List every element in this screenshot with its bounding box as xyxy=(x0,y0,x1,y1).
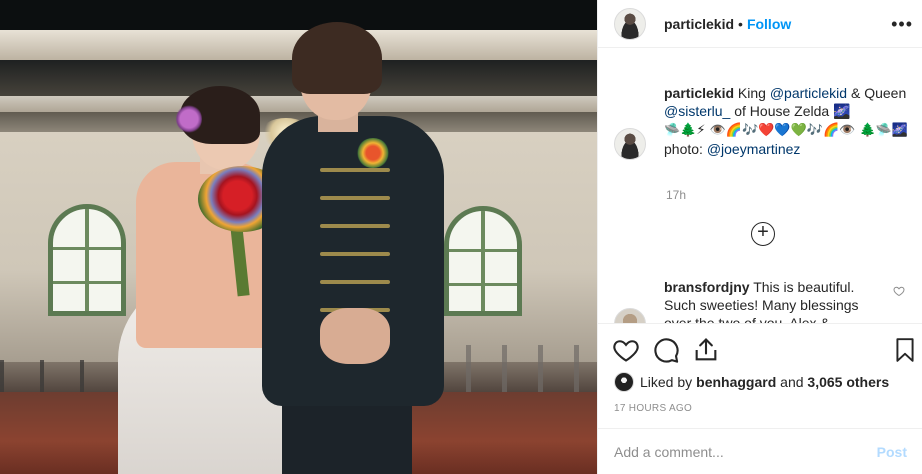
groom-hands xyxy=(320,308,390,364)
author-username[interactable]: particlekid xyxy=(664,16,734,32)
ceiling xyxy=(0,0,597,30)
mention-link[interactable]: @sisterlu_ xyxy=(664,103,730,119)
arched-window xyxy=(444,206,522,316)
caption: particlekid King @particlekid & Queen @s… xyxy=(614,84,914,160)
caption-username[interactable]: particlekid xyxy=(664,85,734,101)
caption-text-part: & Queen xyxy=(847,85,907,101)
comment-icon[interactable] xyxy=(652,336,680,364)
likes-middle: and xyxy=(776,374,808,390)
caption-text-part: King xyxy=(734,85,770,101)
caption-text: particlekid King @particlekid & Queen @s… xyxy=(664,84,914,160)
mention-link[interactable]: @joeymartinez xyxy=(707,141,801,157)
bookmark-icon[interactable] xyxy=(892,336,920,364)
arched-window xyxy=(48,204,126,316)
caption-text-part: of House Zelda 🌌 xyxy=(730,103,851,119)
plus-circle-icon[interactable]: + xyxy=(751,222,775,246)
post-photo[interactable] xyxy=(0,0,597,474)
post-side-panel: particlekid • Follow ••• particlekid Kin… xyxy=(597,0,922,474)
ceiling-beam xyxy=(0,96,597,112)
caption-emojis: 🛸🌲⚡ 👁️🌈🎶❤️💙💚🎶🌈👁️ 🌲🛸🌌 xyxy=(664,123,909,138)
separator-dot: • xyxy=(738,15,743,32)
boutonniere xyxy=(356,138,390,168)
commenter-username[interactable]: bransfordjny xyxy=(664,279,750,295)
share-icon[interactable] xyxy=(692,336,720,364)
comment-item: bransfordjny This is beautiful. Such swe… xyxy=(614,278,874,323)
likes-summary: Liked by benhaggard and 3,065 others xyxy=(614,372,889,392)
likes-count[interactable]: 3,065 others xyxy=(807,374,889,390)
author-avatar[interactable] xyxy=(614,7,646,40)
liker-avatar[interactable] xyxy=(614,372,634,392)
likes-prefix: Liked by xyxy=(640,374,693,390)
more-icon[interactable]: ••• xyxy=(891,14,913,35)
hair-flower xyxy=(176,104,202,134)
follow-button[interactable]: Follow xyxy=(747,16,791,32)
liker-username[interactable]: benhaggard xyxy=(696,374,776,390)
post-header: particlekid • Follow ••• xyxy=(598,0,922,48)
heart-icon[interactable] xyxy=(612,336,640,364)
comment-like-heart-icon[interactable] xyxy=(893,285,905,300)
comments-list[interactable]: particlekid King @particlekid & Queen @s… xyxy=(598,48,922,324)
mention-link[interactable]: @particlekid xyxy=(770,85,847,101)
post-button[interactable]: Post xyxy=(877,444,907,460)
action-bar xyxy=(598,332,922,372)
caption-timestamp[interactable]: 17h xyxy=(666,188,686,202)
commenter-avatar[interactable] xyxy=(614,308,646,323)
comment-input[interactable] xyxy=(614,443,877,460)
groom-hair xyxy=(292,22,382,94)
post-timestamp[interactable]: 17 HOURS AGO xyxy=(614,403,692,414)
add-comment-bar: Post xyxy=(598,428,922,474)
photo-credit-label: photo: xyxy=(664,141,707,157)
caption-avatar[interactable] xyxy=(614,128,646,160)
comment-text: bransfordjny This is beautiful. Such swe… xyxy=(664,278,874,323)
